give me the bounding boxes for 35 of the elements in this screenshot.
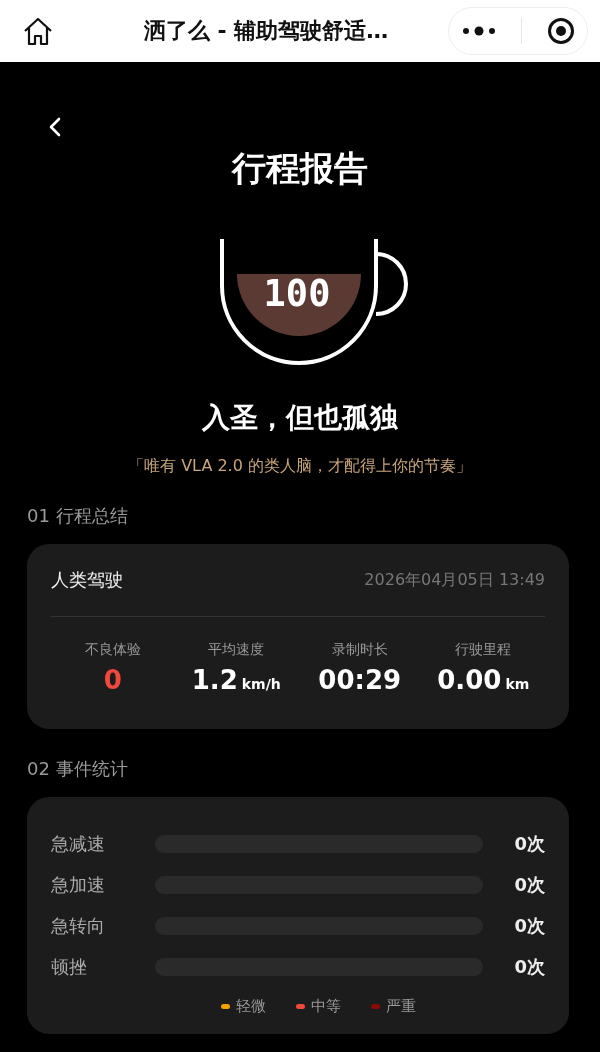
back-button[interactable] (48, 116, 62, 138)
result-headline: 入圣，但也孤独 (200, 400, 399, 436)
trip-datetime: 2026年04月05日 13:49 (364, 569, 545, 591)
event-label: 急减速 (51, 831, 106, 856)
home-icon[interactable] (22, 16, 54, 46)
window-title: 洒了么 - 辅助驾驶舒适… (142, 17, 390, 45)
event-label: 急加速 (51, 872, 106, 897)
more-button[interactable] (461, 26, 496, 36)
event-count: 0次 (513, 831, 545, 856)
stat-label: 不良体验 (83, 640, 142, 659)
legend-label: 中等 (310, 997, 341, 1016)
target-icon (546, 17, 575, 45)
legend-label: 轻微 (235, 997, 266, 1016)
event-label: 顿挫 (51, 954, 88, 979)
legend-label: 严重 (385, 997, 416, 1016)
back-icon (48, 116, 62, 138)
stat-value: 0.00 km (436, 664, 531, 697)
section-heading: 02 事件统计 (27, 757, 129, 781)
event-count: 0次 (513, 954, 545, 979)
page-title: 行程报告 (230, 147, 369, 190)
driving-mode: 人类驾驶 (51, 568, 123, 592)
stat-label: 录制时长 (330, 640, 389, 659)
stat-value: 1.2 km/h (190, 664, 282, 697)
event-count: 0次 (513, 913, 545, 938)
section-heading: 01 行程总结 (27, 504, 129, 528)
quote-text: 「唯有 VLA 2.0 的类人脑，才配得上你的节奏」 (127, 455, 473, 477)
event-count: 0次 (513, 872, 545, 897)
stat-value: 00:29 (317, 664, 403, 697)
score-value: 100 (262, 272, 332, 316)
close-button[interactable] (546, 17, 575, 45)
stat-value: 0 (102, 664, 123, 697)
more-icon (461, 26, 496, 36)
stat-label: 平均速度 (207, 640, 266, 659)
event-label: 急转向 (51, 913, 106, 938)
stat-label: 行驶里程 (454, 640, 513, 659)
